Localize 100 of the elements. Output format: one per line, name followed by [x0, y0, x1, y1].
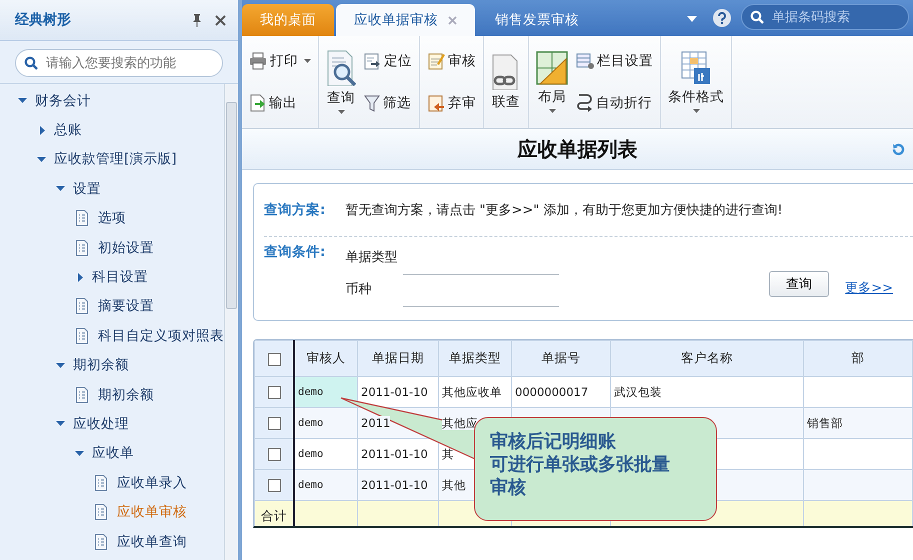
table-cell: 0000000017: [515, 385, 588, 399]
ruler-grid-icon: [536, 51, 568, 85]
tree-item[interactable]: 期初余额: [98, 386, 154, 404]
pin-icon[interactable]: [191, 13, 203, 27]
column-header[interactable]: 单据号: [512, 340, 610, 376]
toolbar-button[interactable]: 筛选: [361, 92, 415, 114]
tree-item[interactable]: 设置: [73, 180, 101, 198]
checkbox[interactable]: [268, 417, 280, 430]
table-cell: 其他应收单: [442, 384, 502, 398]
field-label: 币种: [345, 281, 372, 299]
expand-arrow-icon[interactable]: [56, 185, 65, 192]
toolbar-button[interactable]: 审核: [424, 50, 479, 72]
more-link[interactable]: 更多>>: [845, 279, 893, 297]
table-cell: 销售部: [807, 416, 843, 430]
back-arrow-document-icon: [427, 94, 445, 112]
tab[interactable]: 应收单据审核: [336, 4, 475, 36]
table-cell: demo: [298, 417, 324, 429]
tree-item[interactable]: 摘要设置: [98, 297, 154, 316]
help-icon[interactable]: [713, 9, 731, 27]
table-cell: 2011-01-10: [361, 385, 428, 399]
table-cell: demo: [298, 479, 324, 491]
tree-item[interactable]: 应收处理: [73, 414, 129, 433]
tree-item[interactable]: 财务会计: [35, 92, 91, 110]
expand-arrow-icon[interactable]: [56, 362, 65, 369]
printer-icon: [249, 52, 267, 70]
scrollbar[interactable]: [224, 84, 238, 560]
funnel-icon: [364, 94, 380, 112]
tree-item[interactable]: 应收单录入: [117, 474, 187, 492]
table-cell: 合计: [261, 508, 287, 523]
collapse-arrow-icon[interactable]: [77, 272, 84, 282]
document-icon: [95, 474, 107, 491]
toolbar-button[interactable]: 查询: [323, 40, 359, 124]
search-field[interactable]: 单据条码搜索: [741, 4, 909, 30]
table-gear-icon: [576, 52, 594, 70]
table-cell: 2011-01-10: [361, 478, 428, 492]
column-header[interactable]: 部: [804, 340, 912, 376]
toolbar-button[interactable]: 弃审: [424, 92, 479, 114]
toolbar-button[interactable]: 打印: [246, 50, 314, 72]
table-cell: 其他应: [442, 416, 478, 430]
table-cell: 其: [442, 446, 454, 460]
callout-text: 审核: [490, 476, 527, 499]
toolbar-button[interactable]: 定位: [361, 50, 415, 72]
tree-item[interactable]: 应收款管理[演示版]: [54, 150, 177, 168]
toolbar-button[interactable]: 条件格式: [665, 40, 727, 124]
document-icon: [95, 534, 107, 550]
tree-item[interactable]: 期初余额: [73, 356, 129, 374]
tree-item[interactable]: 选项: [98, 209, 126, 228]
tree-item[interactable]: 初始设置: [98, 238, 154, 257]
wrap-arrow-icon: [576, 93, 593, 112]
column-header[interactable]: 客户名称: [610, 340, 804, 376]
search-icon: [24, 56, 38, 70]
callout-text: 审核后记明细账: [490, 430, 617, 453]
table-icon: [681, 51, 711, 85]
tab[interactable]: 销售发票审核: [477, 4, 597, 36]
tree-item[interactable]: 应收单: [92, 444, 134, 462]
panel-title: 经典树形: [15, 11, 72, 29]
collapse-arrow-icon[interactable]: [39, 126, 46, 135]
expand-arrow-icon[interactable]: [37, 156, 46, 163]
toolbar-button[interactable]: 栏目设置: [573, 50, 656, 72]
checkbox[interactable]: [268, 353, 280, 366]
document-icon: [76, 210, 88, 226]
callout-text: 可进行单张或多张批量: [490, 453, 671, 476]
expand-arrow-icon[interactable]: [56, 420, 65, 428]
search-field[interactable]: 请输入您要搜索的功能: [15, 49, 223, 77]
column-header[interactable]: 单据日期: [358, 340, 438, 376]
info-text: 暂无查询方案，请点击 "更多>>" 添加，有助于您更加方便快捷的进行查询!: [345, 202, 783, 219]
table-cell: 2011-01-10: [361, 447, 428, 461]
toolbar-button[interactable]: 输出: [246, 92, 314, 114]
document-icon: [95, 504, 107, 520]
tree-item[interactable]: 应收单查询: [117, 532, 187, 551]
document-icon: [76, 328, 88, 344]
search-icon: [750, 10, 764, 24]
pencil-document-icon: [427, 52, 445, 70]
page-title: 应收单据列表: [518, 136, 638, 162]
checkbox[interactable]: [268, 479, 280, 492]
column-header[interactable]: 审核人: [294, 340, 358, 376]
dropdown-caret-icon[interactable]: [687, 16, 697, 22]
checkbox[interactable]: [268, 386, 280, 400]
table-cell: 其他: [442, 478, 466, 492]
table-cell: 2011: [361, 416, 390, 430]
tree-item[interactable]: 科目设置: [92, 268, 148, 286]
table-cell: 武汉包装: [614, 384, 662, 398]
document-icon: [76, 240, 88, 256]
expand-arrow-icon[interactable]: [75, 450, 84, 457]
tree-item[interactable]: 总账: [54, 121, 82, 140]
tree-item[interactable]: 科目自定义项对照表: [98, 326, 224, 345]
query-button[interactable]: 查询: [769, 271, 830, 297]
field-label: 查询方案:: [264, 201, 326, 219]
toolbar-button[interactable]: 布局: [533, 40, 571, 124]
column-header[interactable]: 单据类型: [438, 340, 512, 376]
checkbox[interactable]: [268, 448, 280, 462]
field-label: 查询条件:: [264, 243, 326, 262]
close-icon[interactable]: [215, 14, 226, 26]
refresh-icon[interactable]: [892, 143, 905, 156]
table-cell: demo: [298, 386, 324, 398]
toolbar-button[interactable]: 联查: [488, 40, 524, 124]
toolbar-button[interactable]: 自动折行: [573, 91, 656, 114]
document-arrow-icon: [249, 94, 266, 112]
expand-arrow-icon[interactable]: [18, 97, 27, 104]
magnifier-document-icon: [326, 50, 356, 86]
